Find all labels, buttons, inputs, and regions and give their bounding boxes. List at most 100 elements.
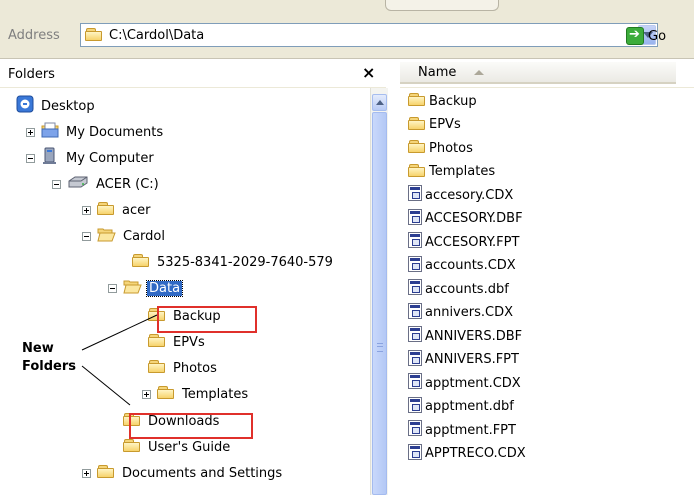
- tree-item-acer[interactable]: acer: [82, 200, 152, 220]
- tree-item-label: Photos: [173, 360, 217, 376]
- column-header-name[interactable]: Name: [400, 62, 676, 84]
- close-icon[interactable]: ×: [362, 63, 375, 82]
- tree-item-acer-c[interactable]: ACER (C:): [52, 174, 161, 194]
- expand-icon[interactable]: [82, 468, 91, 478]
- expand-icon[interactable]: [142, 389, 151, 399]
- tree-item-templates[interactable]: Templates: [142, 384, 250, 404]
- list-item-name: Photos: [429, 140, 473, 156]
- go-button[interactable]: Go: [626, 24, 666, 48]
- list-item[interactable]: APPTRECO.CDX: [408, 443, 526, 465]
- list-item[interactable]: Templates: [408, 161, 495, 183]
- file-icon: [408, 443, 422, 464]
- expand-icon[interactable]: [26, 127, 35, 137]
- list-item-name: apptment.CDX: [425, 375, 521, 391]
- tree-scrollbar[interactable]: [370, 88, 388, 495]
- list-item[interactable]: apptment.dbf: [408, 396, 514, 418]
- scroll-up-button[interactable]: [372, 94, 387, 111]
- collapse-icon[interactable]: [108, 283, 117, 293]
- collapse-icon[interactable]: [26, 153, 35, 163]
- file-icon: [408, 185, 422, 205]
- list-item[interactable]: Backup: [408, 90, 477, 112]
- file-icon: [408, 232, 422, 252]
- list-item-name: ANNIVERS.FPT: [425, 352, 519, 367]
- list-item[interactable]: accesory.CDX: [408, 184, 513, 206]
- tree-item-documents-and-settings[interactable]: Documents and Settings: [82, 463, 284, 483]
- tree-item-my-documents[interactable]: My Documents: [26, 122, 165, 142]
- folder-icon: [408, 116, 426, 134]
- tree-item-label: Desktop: [41, 98, 95, 114]
- tree-item-label: 5325-8341-2029-7640-579: [157, 254, 333, 270]
- desktop-icon: [16, 95, 34, 117]
- tree-item-label: User's Guide: [148, 439, 231, 455]
- toolbar-tab: [385, 0, 499, 11]
- list-item[interactable]: apptment.FPT: [408, 419, 516, 441]
- tree-item-label: Templates: [182, 386, 249, 402]
- list-item[interactable]: accounts.dbf: [408, 278, 509, 300]
- folder-icon: [85, 27, 103, 45]
- file-icon: [408, 326, 422, 346]
- folder-icon: [97, 201, 115, 219]
- list-item[interactable]: ACCESORY.DBF: [408, 208, 523, 230]
- folder-icon: [148, 333, 166, 351]
- list-item-name: ACCESORY.DBF: [425, 211, 523, 226]
- expand-icon[interactable]: [82, 205, 91, 215]
- tree-item-5325-8341-2029-7640-579[interactable]: 5325-8341-2029-7640-579: [132, 252, 335, 272]
- list-item[interactable]: ACCESORY.FPT: [408, 231, 519, 253]
- file-icon: [408, 279, 422, 299]
- list-item-name: accesory.CDX: [425, 187, 514, 203]
- list-item-name: Templates: [429, 164, 496, 179]
- list-item[interactable]: apptment.CDX: [408, 372, 521, 394]
- tree-item-label: My Documents: [66, 124, 164, 140]
- tree-item-label: acer: [122, 202, 151, 218]
- scroll-thumb[interactable]: [372, 112, 387, 495]
- new-folder-highlight: [157, 306, 257, 333]
- address-path: C:\Cardol\Data: [109, 28, 205, 43]
- column-name-label: Name: [418, 65, 457, 80]
- tree-item-user-s-guide[interactable]: User's Guide: [123, 437, 232, 457]
- tree-item-epvs[interactable]: EPVs: [148, 332, 207, 352]
- list-item-name: annivers.CDX: [425, 305, 513, 320]
- tree-item-data[interactable]: Data: [108, 278, 184, 298]
- tree-item-cardol[interactable]: Cardol: [82, 226, 167, 246]
- list-item[interactable]: ANNIVERS.FPT: [408, 349, 519, 371]
- folder-icon: [97, 464, 115, 482]
- list-item[interactable]: accounts.CDX: [408, 255, 516, 277]
- list-item[interactable]: EPVs: [408, 114, 461, 136]
- tree-item-photos[interactable]: Photos: [148, 358, 219, 378]
- list-item-name: Backup: [429, 93, 477, 109]
- folder-icon: [123, 438, 141, 456]
- file-icon: [408, 396, 422, 417]
- list-item[interactable]: Photos: [408, 137, 473, 159]
- toolbar-strip: [0, 0, 694, 17]
- go-label: Go: [648, 28, 667, 44]
- tree-item-label: Documents and Settings: [122, 465, 283, 481]
- address-input[interactable]: C:\Cardol\Data: [80, 23, 658, 47]
- tree-item-label: EPVs: [173, 334, 205, 350]
- address-bar: Address C:\Cardol\Data: [0, 16, 694, 59]
- folders-pane-header: Folders ×: [0, 59, 386, 88]
- folder-icon: [148, 359, 166, 377]
- tree-item-desktop[interactable]: Desktop: [16, 95, 97, 117]
- folders-title: Folders: [8, 67, 55, 82]
- tree-item-label: Data: [145, 279, 184, 297]
- annotation-new: New: [22, 341, 54, 356]
- tree-item-my-computer[interactable]: My Computer: [26, 147, 156, 168]
- annotation-folders: Folders: [22, 359, 77, 374]
- file-icon: [408, 349, 422, 370]
- open-folder-icon: [123, 279, 142, 298]
- list-item[interactable]: ANNIVERS.DBF: [408, 325, 522, 347]
- file-list: Backup EPVs Photos Templates accesory.CDX ACC…: [408, 88, 694, 495]
- file-icon: [408, 302, 422, 323]
- go-arrow-icon: [626, 27, 644, 45]
- list-item[interactable]: annivers.CDX: [408, 302, 513, 324]
- list-item-name: apptment.FPT: [425, 422, 516, 438]
- list-item-name: APPTRECO.CDX: [425, 446, 526, 461]
- file-list-header: Name: [400, 59, 694, 88]
- file-icon: [408, 420, 422, 440]
- collapse-icon[interactable]: [82, 231, 91, 241]
- tree-item-label: Cardol: [123, 228, 165, 244]
- collapse-icon[interactable]: [52, 179, 61, 189]
- list-item-name: accounts.CDX: [425, 258, 516, 273]
- list-item-name: ANNIVERS.DBF: [425, 328, 523, 344]
- folder-icon: [408, 163, 426, 181]
